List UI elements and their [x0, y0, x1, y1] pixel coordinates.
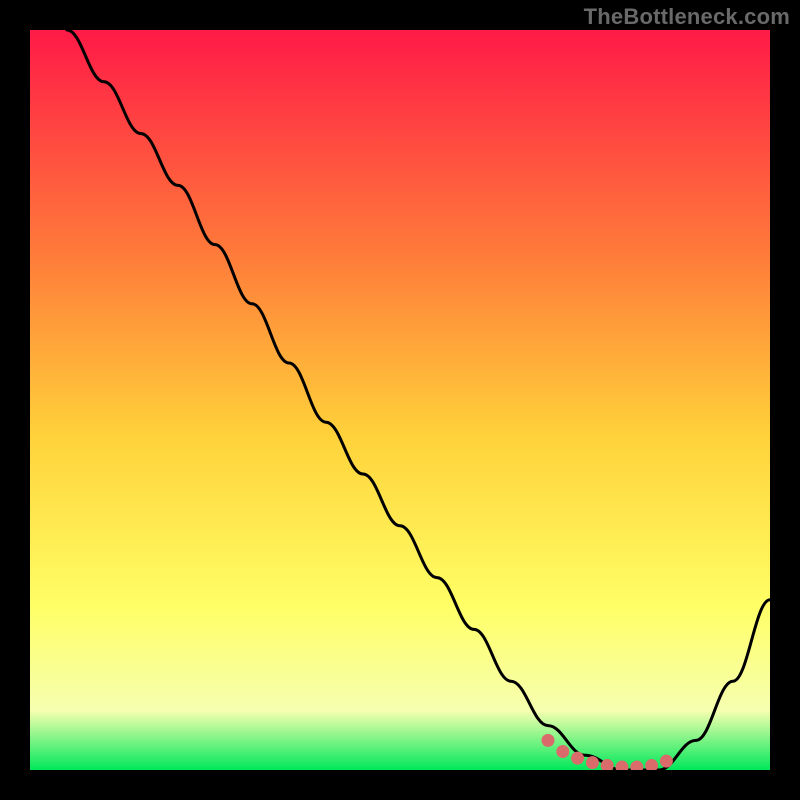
marker-dot — [542, 734, 555, 747]
chart-frame: TheBottleneck.com — [0, 0, 800, 800]
marker-dot — [586, 756, 599, 769]
marker-dot — [556, 745, 569, 758]
marker-dot — [571, 752, 584, 765]
gradient-background — [30, 30, 770, 770]
watermark-text: TheBottleneck.com — [584, 4, 790, 30]
chart-svg — [30, 30, 770, 770]
plot-area — [30, 30, 770, 770]
marker-dot — [660, 755, 673, 768]
